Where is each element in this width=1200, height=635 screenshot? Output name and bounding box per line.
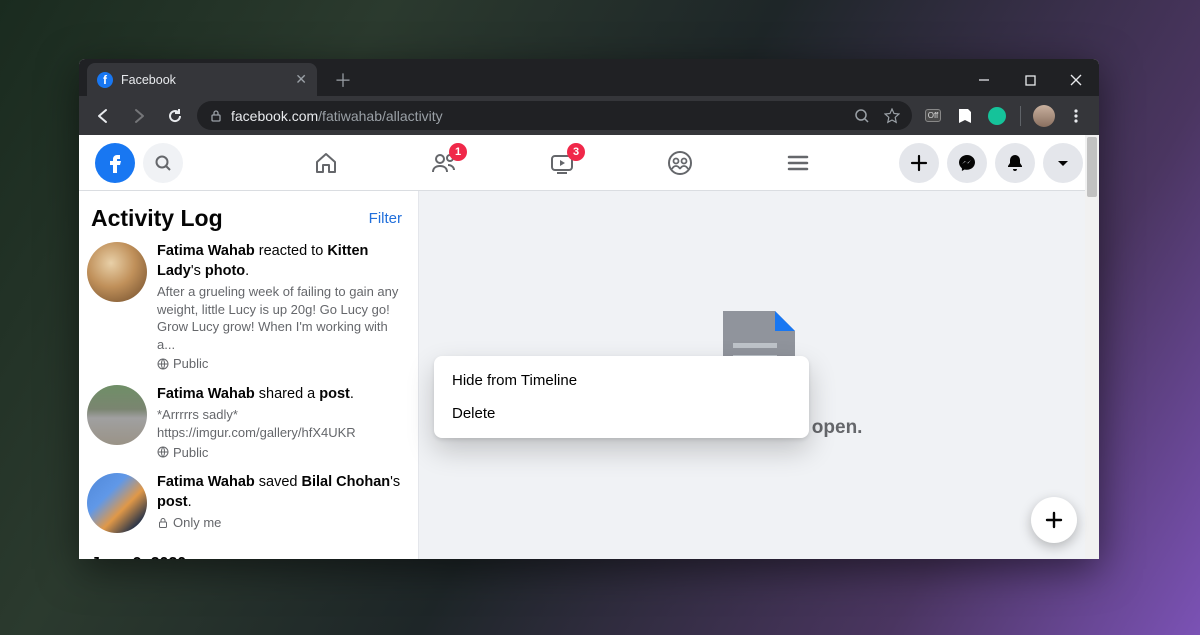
activity-entry[interactable]: Fatima Wahab saved Bilal Chohan's post. … xyxy=(87,467,402,539)
minimize-icon xyxy=(978,74,990,86)
window-close-button[interactable] xyxy=(1053,64,1099,96)
globe-icon xyxy=(157,446,169,458)
extension-off-button[interactable]: Off xyxy=(920,103,946,129)
browser-window: f Facebook ✕ ＋ facebo xyxy=(79,59,1099,559)
activity-entry[interactable]: Fatima Wahab reacted to Kitten Lady's ph… xyxy=(87,236,402,379)
plus-icon xyxy=(1044,510,1064,530)
entry-text: Fatima Wahab reacted to Kitten Lady's ph… xyxy=(157,242,402,281)
fab-create-button[interactable] xyxy=(1031,497,1077,543)
entry-avatar xyxy=(87,385,147,445)
bookmark-tag-icon xyxy=(956,107,974,125)
arrow-right-icon xyxy=(130,107,148,125)
entry-avatar xyxy=(87,473,147,533)
facebook-f-icon xyxy=(103,151,127,175)
reload-button[interactable] xyxy=(161,102,189,130)
context-menu-delete[interactable]: Delete xyxy=(442,397,801,430)
nav-home[interactable] xyxy=(271,139,381,187)
url-host: facebook.com/fatiwahab/allactivity xyxy=(231,108,443,124)
entry-avatar xyxy=(87,242,147,302)
entry-text: Fatima Wahab shared a post. xyxy=(157,385,402,405)
tab-favicon: f xyxy=(97,72,113,88)
lock-icon xyxy=(157,517,169,529)
back-button[interactable] xyxy=(89,102,117,130)
account-button[interactable] xyxy=(1043,143,1083,183)
nav-groups[interactable] xyxy=(625,139,735,187)
caret-down-icon xyxy=(1055,155,1071,171)
groups-icon xyxy=(667,150,693,176)
facebook-header: 1 3 xyxy=(79,135,1099,191)
window-maximize-button[interactable] xyxy=(1007,64,1053,96)
tab-close-icon[interactable]: ✕ xyxy=(295,71,307,88)
grammarly-icon xyxy=(988,107,1006,125)
entry-subtext: After a grueling week of failing to gain… xyxy=(157,283,402,353)
facebook-search-button[interactable] xyxy=(143,143,183,183)
avatar-icon xyxy=(1033,105,1055,127)
browser-tabbar: f Facebook ✕ ＋ xyxy=(79,59,1099,96)
maximize-icon xyxy=(1025,75,1036,86)
facebook-top-nav: 1 3 xyxy=(271,139,853,187)
filter-link[interactable]: Filter xyxy=(369,210,402,227)
star-icon[interactable] xyxy=(884,108,900,124)
nav-watch[interactable]: 3 xyxy=(507,139,617,187)
nav-friends[interactable]: 1 xyxy=(389,139,499,187)
window-minimize-button[interactable] xyxy=(961,64,1007,96)
extension-clip-button[interactable] xyxy=(952,103,978,129)
facebook-logo[interactable] xyxy=(95,143,135,183)
home-icon xyxy=(313,150,339,176)
plus-icon xyxy=(910,154,928,172)
lock-icon xyxy=(209,109,223,123)
forward-button[interactable] xyxy=(125,102,153,130)
facebook-header-right xyxy=(899,143,1083,183)
date-heading: June 9, 2020 xyxy=(87,539,402,559)
context-menu-hide[interactable]: Hide from Timeline xyxy=(442,364,801,397)
arrow-left-icon xyxy=(94,107,112,125)
activity-log-sidebar: Activity Log Filter Fatima Wahab reacted… xyxy=(79,191,419,559)
nav-more[interactable] xyxy=(743,139,853,187)
context-menu: Hide from Timeline Delete xyxy=(434,356,809,438)
messenger-button[interactable] xyxy=(947,143,987,183)
globe-icon xyxy=(157,358,169,370)
bell-icon xyxy=(1005,153,1025,173)
messenger-icon xyxy=(957,153,977,173)
entry-subtext: *Arrrrrs sadly* https://imgur.com/galler… xyxy=(157,406,402,441)
entry-privacy: Public xyxy=(157,355,402,373)
notifications-button[interactable] xyxy=(995,143,1035,183)
hamburger-icon xyxy=(785,150,811,176)
zoom-icon[interactable] xyxy=(854,108,870,124)
browser-toolbar: facebook.com/fatiwahab/allactivity Off xyxy=(79,96,1099,135)
close-icon xyxy=(1070,74,1082,86)
sidebar-title: Activity Log xyxy=(91,205,223,232)
browser-tab[interactable]: f Facebook ✕ xyxy=(87,63,317,96)
profile-avatar-button[interactable] xyxy=(1031,103,1057,129)
separator xyxy=(1020,106,1021,126)
new-tab-button[interactable]: ＋ xyxy=(329,66,357,94)
vertical-dots-icon xyxy=(1068,108,1084,124)
create-button[interactable] xyxy=(899,143,939,183)
friends-badge: 1 xyxy=(449,143,467,161)
entry-privacy: Only me xyxy=(157,514,402,532)
reload-icon xyxy=(166,107,184,125)
extension-grammarly-button[interactable] xyxy=(984,103,1010,129)
facebook-app: 1 3 xyxy=(79,135,1099,559)
page-scrollbar[interactable] xyxy=(1085,135,1099,559)
browser-menu-button[interactable] xyxy=(1063,103,1089,129)
watch-badge: 3 xyxy=(567,143,585,161)
activity-entry[interactable]: Fatima Wahab shared a post. *Arrrrrs sad… xyxy=(87,379,402,467)
tab-title: Facebook xyxy=(121,73,287,87)
address-bar[interactable]: facebook.com/fatiwahab/allactivity xyxy=(197,101,912,130)
search-icon xyxy=(154,154,172,172)
entry-text: Fatima Wahab saved Bilal Chohan's post. xyxy=(157,473,402,512)
entry-privacy: Public xyxy=(157,444,402,462)
